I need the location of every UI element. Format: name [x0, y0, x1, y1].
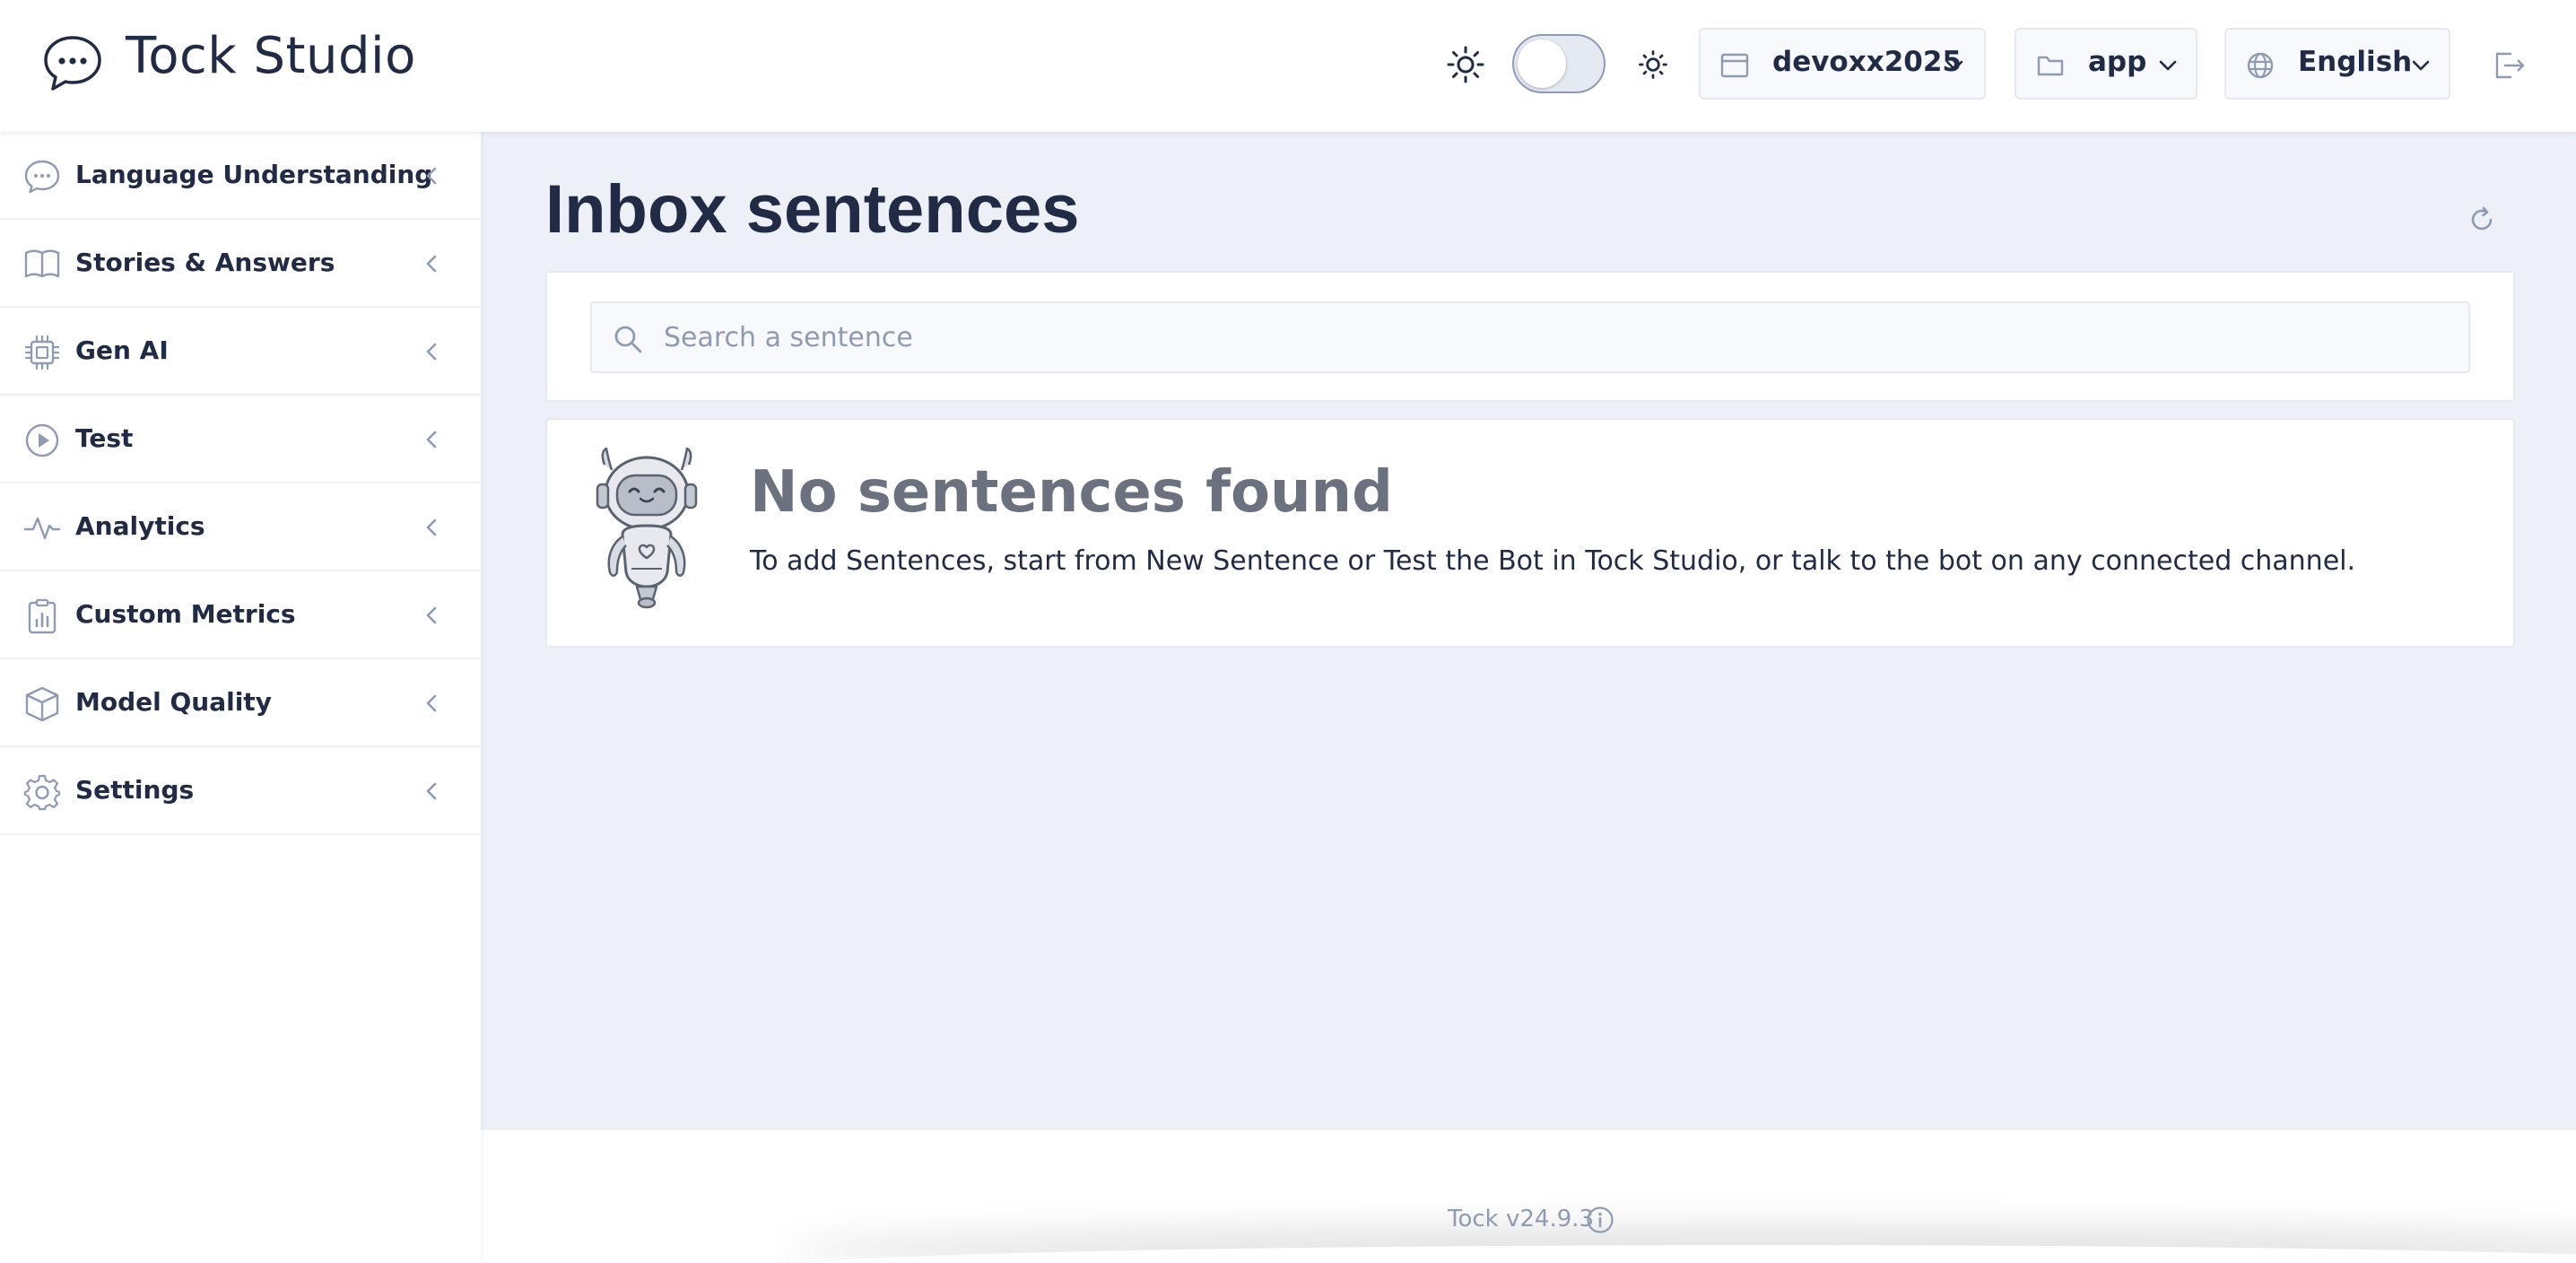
toggle-knob — [1518, 39, 1566, 88]
namespace-label: devoxx2025 — [1772, 46, 1962, 78]
sidebar-item-label: Settings — [75, 775, 195, 805]
search-icon — [614, 326, 642, 353]
clipboard-chart-icon — [28, 598, 57, 634]
sidebar-item-settings[interactable]: Settings — [0, 747, 481, 835]
chat-bubble-logo-icon — [44, 36, 101, 91]
sidebar-item-analytics[interactable]: Analytics — [0, 483, 481, 571]
theme-toggle[interactable] — [1512, 34, 1606, 93]
application-label: app — [2088, 46, 2147, 78]
cpu-icon — [24, 335, 60, 370]
sidebar-item-model-quality[interactable]: Model Quality — [0, 659, 481, 747]
cube-icon — [25, 686, 59, 722]
book-open-icon — [24, 249, 60, 278]
sidebar-item-label: Language Understanding — [75, 160, 433, 189]
logout-icon[interactable] — [2493, 50, 2526, 81]
chevron-left-icon — [426, 694, 437, 712]
sidebar-item-label: Test — [75, 423, 134, 453]
chevron-left-icon — [426, 343, 437, 361]
locale-select[interactable]: English — [2224, 28, 2450, 100]
chevron-left-icon — [426, 518, 437, 536]
chevron-left-icon — [426, 255, 437, 273]
page-title: Inbox sentences — [545, 171, 1080, 248]
search-box[interactable] — [590, 301, 2470, 373]
robot-illustration-icon — [596, 447, 698, 609]
chevron-left-icon — [426, 431, 437, 449]
footer-shadow — [786, 1245, 2576, 1263]
version-label: Tock v24.9.3 — [1448, 1206, 1595, 1233]
empty-state-title: No sentences found — [750, 459, 1393, 526]
sun-icon — [1447, 46, 1484, 83]
sidebar-item-language-understanding[interactable]: Language Understanding — [0, 132, 481, 220]
search-input[interactable] — [664, 312, 2449, 362]
application-select[interactable]: app — [2015, 28, 2197, 100]
sidebar-item-label: Custom Metrics — [75, 599, 296, 629]
chevron-left-icon — [426, 782, 437, 800]
top-header: Tock Studio devoxx2025 app English — [0, 0, 2576, 132]
sidebar-item-stories-answers[interactable]: Stories & Answers — [0, 220, 481, 308]
locale-label: English — [2298, 46, 2413, 78]
chevron-left-icon — [426, 167, 437, 185]
chevron-down-icon — [2159, 60, 2177, 71]
browser-window-icon — [1720, 53, 1749, 78]
sidebar-item-label: Gen AI — [75, 335, 169, 365]
chevron-down-icon — [1945, 60, 1963, 71]
chevron-down-icon — [2412, 60, 2430, 71]
play-circle-icon — [25, 423, 59, 457]
sidebar-item-label: Model Quality — [75, 687, 272, 717]
gear-icon — [23, 774, 61, 811]
globe-icon — [2247, 52, 2274, 79]
empty-state-text: To add Sentences, start from New Sentenc… — [750, 545, 2356, 577]
sidebar-item-gen-ai[interactable]: Gen AI — [0, 308, 481, 396]
app-title: Tock Studio — [126, 27, 416, 85]
empty-state-card: No sentences found To add Sentences, sta… — [545, 418, 2515, 648]
sidebar-item-label: Stories & Answers — [75, 248, 335, 277]
sun-small-icon — [1639, 50, 1667, 79]
search-card — [545, 271, 2515, 402]
sidebar-item-label: Analytics — [75, 511, 205, 541]
footer: Tock v24.9.3 — [481, 1130, 2576, 1263]
refresh-icon[interactable] — [2467, 205, 2497, 235]
chat-dots-icon — [24, 160, 60, 194]
sidebar: Language Understanding Stories & Answers… — [0, 132, 481, 1263]
info-icon[interactable] — [1586, 1206, 1614, 1234]
activity-icon — [23, 517, 61, 540]
namespace-select[interactable]: devoxx2025 — [1699, 28, 1986, 100]
sidebar-item-custom-metrics[interactable]: Custom Metrics — [0, 571, 481, 659]
folder-icon — [2037, 56, 2064, 76]
sidebar-item-test[interactable]: Test — [0, 396, 481, 483]
chevron-left-icon — [426, 606, 437, 624]
